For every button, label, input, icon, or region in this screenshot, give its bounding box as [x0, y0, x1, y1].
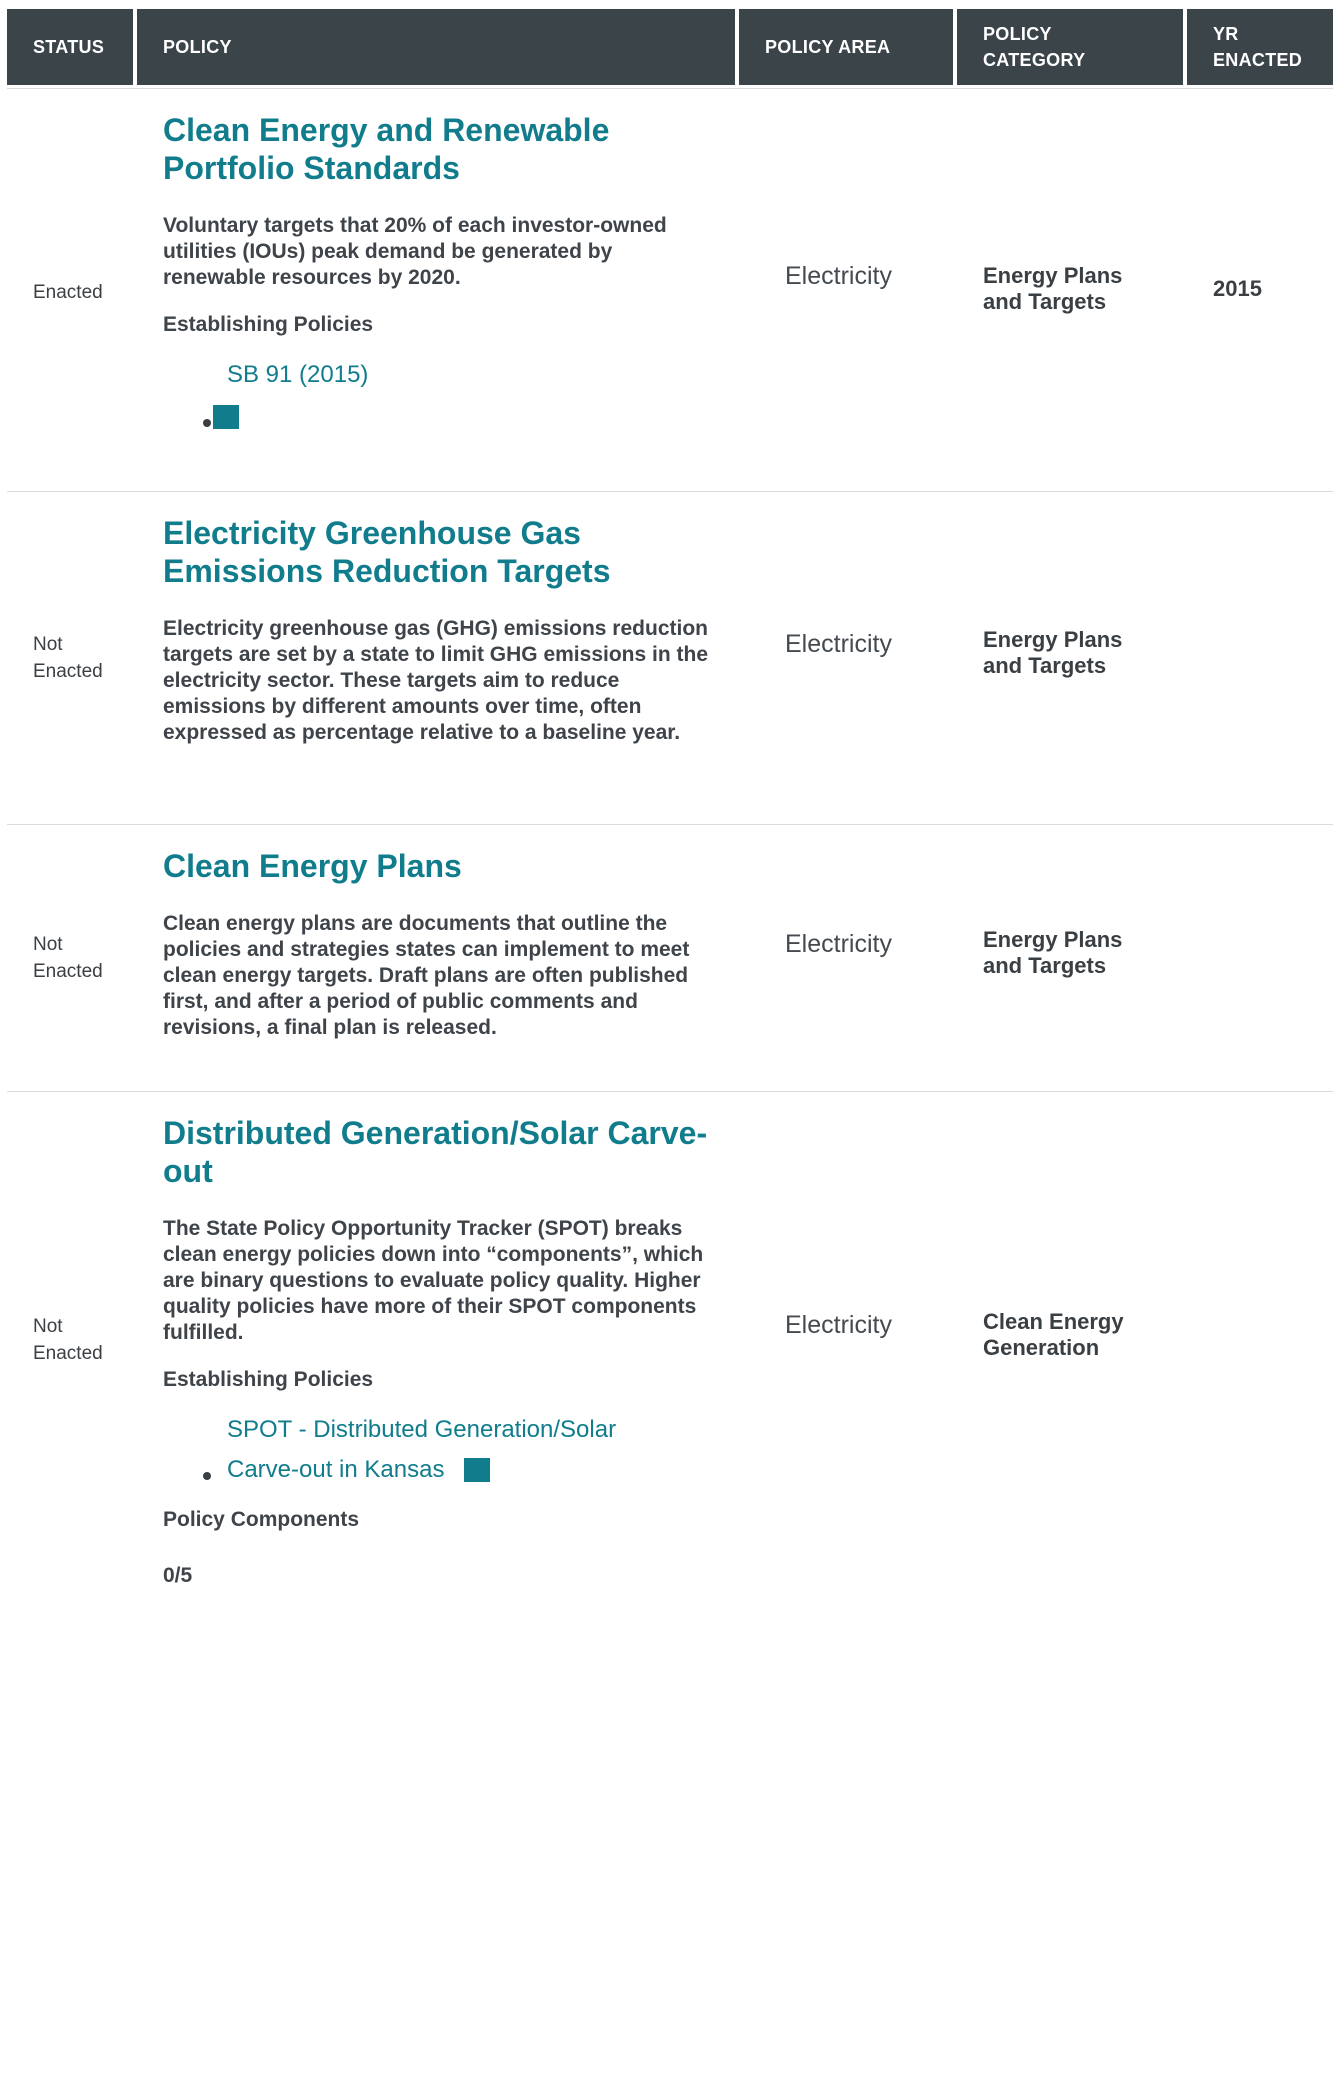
establishing-policies-label: Establishing Policies [163, 313, 374, 336]
list-item: SB 91 (2015) [163, 355, 715, 429]
table-row: Enacted Clean Energy and Renewable Portfo… [7, 88, 1333, 492]
year-cell: 2015 [1213, 276, 1262, 301]
policy-description: Electricity greenhouse gas (GHG) emissio… [163, 617, 708, 744]
policy-cell: Clean Energy and Renewable Portfolio Stan… [137, 89, 735, 491]
policy-description: The State Policy Opportunity Tracker (SP… [163, 1217, 704, 1344]
policy-cell: Electricity Greenhouse Gas Emissions Redu… [137, 492, 735, 824]
policy-title[interactable]: Electricity Greenhouse Gas Emissions Redu… [163, 514, 715, 590]
year-cell [1187, 492, 1333, 824]
policy-title[interactable]: Distributed Generation/Solar Carve-out [163, 1114, 715, 1190]
policy-area-cell: Electricity [785, 261, 892, 290]
policy-link[interactable]: SB 91 (2015) [203, 355, 368, 395]
policy-area-cell: Electricity [785, 1310, 892, 1339]
policy-category-cell: Energy Plans and Targets [983, 627, 1123, 678]
bullet-icon [203, 1472, 211, 1480]
policy-category-cell: Clean Energy Generation [983, 1309, 1124, 1360]
policy-description: Clean energy plans are documents that ou… [163, 912, 690, 1039]
policy-category-cell: Energy Plans and Targets [983, 263, 1123, 314]
header-policy[interactable]: POLICY [137, 9, 735, 85]
document-icon[interactable] [213, 405, 239, 429]
document-icon[interactable] [464, 1458, 490, 1482]
policy-title[interactable]: Clean Energy and Renewable Portfolio Stan… [163, 111, 715, 187]
establishing-policies-list: SPOT - Distributed Generation/Solar Carve… [203, 1410, 715, 1490]
policy-description: Voluntary targets that 20% of each inves… [163, 214, 667, 289]
status-cell: Not Enacted [33, 634, 103, 682]
year-cell [1187, 825, 1333, 1091]
policy-components-label: Policy Components [163, 1508, 360, 1531]
policy-cell: Distributed Generation/Solar Carve-out T… [137, 1092, 735, 1628]
header-status[interactable]: STATUS [7, 9, 133, 85]
status-cell: Not Enacted [33, 1316, 103, 1364]
status-cell: Enacted [33, 281, 103, 303]
header-yr-enacted[interactable]: YR ENACTED [1187, 9, 1333, 85]
establishing-policies-list: SB 91 (2015) [203, 355, 715, 429]
policy-title[interactable]: Clean Energy Plans [163, 847, 715, 885]
policy-cell: Clean Energy Plans Clean energy plans ar… [137, 825, 735, 1091]
policy-link[interactable]: SPOT - Distributed Generation/Solar Carve… [227, 1410, 616, 1490]
table-row: Not Enacted Distributed Generation/Solar … [7, 1092, 1333, 1628]
list-item: SPOT - Distributed Generation/Solar Carve… [203, 1410, 715, 1490]
establishing-policies-label: Establishing Policies [163, 1368, 374, 1391]
year-cell [1187, 1092, 1333, 1628]
policy-table: STATUS POLICY POLICY AREA POLICY CATEGORY… [7, 9, 1333, 1628]
table-row: Not Enacted Electricity Greenhouse Gas Emi… [7, 492, 1333, 825]
bullet-icon [203, 419, 211, 427]
header-policy-category[interactable]: POLICY CATEGORY [957, 9, 1183, 85]
policy-components-count: 0/5 [163, 1564, 193, 1587]
table-header: STATUS POLICY POLICY AREA POLICY CATEGORY… [7, 9, 1333, 85]
policy-area-cell: Electricity [785, 629, 892, 658]
